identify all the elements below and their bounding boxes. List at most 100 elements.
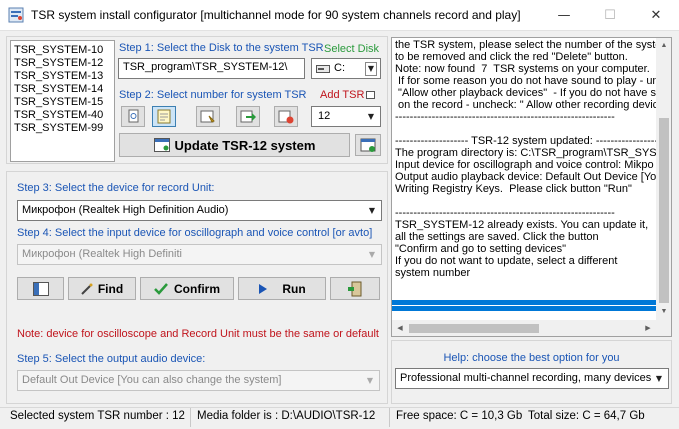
window-icon: [32, 281, 49, 296]
scroll-right-icon[interactable]: ▶: [640, 321, 656, 336]
add-window-button[interactable]: [355, 134, 381, 156]
confirm-label: Confirm: [174, 281, 220, 296]
add-tsr-checkbox[interactable]: [366, 91, 375, 99]
scroll-up-icon[interactable]: ▲: [657, 38, 671, 54]
log-line: system number: [395, 267, 471, 279]
help-label: Help: choose the best option for you: [443, 352, 620, 364]
log-line: Note: now found 7 TSR systems on your co…: [395, 63, 650, 75]
wand-icon: [81, 283, 93, 295]
log-content: the TSR system, please select the number…: [392, 38, 656, 320]
checkmark-icon: [154, 282, 168, 295]
chevron-down-icon: ▼: [365, 62, 377, 76]
scroll-left-icon[interactable]: ◀: [392, 321, 408, 336]
minimize-button[interactable]: —: [541, 0, 587, 31]
list-item[interactable]: TSR_SYSTEM-13: [14, 70, 111, 83]
status-free-space: Free space: C = 10,3 Gb: [396, 410, 523, 422]
chevron-down-icon: ▼: [655, 374, 663, 383]
output-device-select[interactable]: Default Out Device [You can also change …: [17, 370, 380, 391]
list-item[interactable]: TSR_SYSTEM-10: [14, 44, 111, 57]
input-device-select[interactable]: Микрофон (Realtek High Definiti ▼: [17, 244, 382, 265]
file-button[interactable]: [121, 106, 145, 127]
output-device-value: Default Out Device [You can also change …: [22, 374, 282, 386]
run-button[interactable]: Run: [238, 277, 326, 300]
scroll-down-icon[interactable]: ▼: [657, 304, 671, 320]
run-label: Run: [282, 281, 306, 296]
scroll-corner: [656, 320, 671, 336]
log-selection: [392, 306, 656, 311]
record-device-value: Микрофон (Realtek High Definition Audio): [22, 204, 229, 216]
log-line: ----------------------------------------…: [395, 207, 615, 219]
step4-label: Step 4: Select the input device for osci…: [17, 227, 373, 239]
move-button[interactable]: [236, 106, 260, 127]
scroll-thumb[interactable]: [409, 324, 539, 333]
log-line: TSR_SYSTEM-12 already exists. You can up…: [395, 219, 649, 231]
notepad-icon: [157, 109, 171, 124]
list-item[interactable]: TSR_SYSTEM-14: [14, 83, 111, 96]
status-total-size: Total size: C = 64,7 Gb: [528, 410, 645, 422]
log-line: Writing Registry Keys. Please click butt…: [395, 183, 632, 195]
log-line: If you do not want to update, select a d…: [395, 255, 618, 267]
step2-label: Step 2: Select number for system TSR: [119, 89, 307, 101]
maximize-button[interactable]: ☐: [587, 0, 633, 31]
list-item[interactable]: TSR_SYSTEM-40: [14, 109, 111, 122]
delete-button[interactable]: [274, 106, 298, 127]
tsr-number-value: 12: [318, 110, 331, 122]
tsr-number-select[interactable]: 12 ▼: [311, 106, 381, 127]
select-disk-label: Select Disk: [324, 43, 380, 55]
find-label: Find: [97, 281, 124, 296]
step5-label: Step 5: Select the output audio device:: [17, 353, 206, 365]
update-system-label: Update TSR-12 system: [174, 137, 316, 153]
exit-button[interactable]: [330, 277, 380, 300]
app-icon: [8, 7, 24, 23]
notepad-button[interactable]: [152, 106, 176, 127]
window-icon: [153, 138, 170, 152]
help-option-value: Professional multi-channel recording, ma…: [400, 372, 652, 384]
exit-icon: [348, 281, 362, 296]
input-device-value: Микрофон (Realtek High Definiti: [22, 248, 182, 260]
status-media-folder: Media folder is : D:\AUDIO\TSR-12: [197, 410, 376, 422]
log-line: Input device for oscillograph and voice …: [395, 159, 654, 171]
title-bar: TSR system install configurator [multich…: [0, 0, 679, 31]
open-folder-button[interactable]: [196, 106, 220, 127]
chevron-down-icon: ▼: [368, 206, 376, 215]
log-line: the TSR system, please select the number…: [395, 39, 656, 51]
log-line: Output audio playback device: Default Ou…: [395, 171, 656, 183]
step3-label: Step 3: Select the device for record Uni…: [17, 182, 215, 194]
find-button[interactable]: Find: [68, 277, 136, 300]
drive-select[interactable]: C: ▼: [311, 58, 381, 79]
log-line: ----------------------------------------…: [395, 111, 615, 123]
help-option-select[interactable]: Professional multi-channel recording, ma…: [395, 368, 669, 389]
status-selected: Selected system TSR number : 12: [10, 410, 185, 422]
window-title: TSR system install configurator [multich…: [31, 8, 521, 22]
window-icon: [360, 138, 376, 152]
arrow-icon: [240, 110, 256, 123]
list-item[interactable]: TSR_SYSTEM-15: [14, 96, 111, 109]
drive-icon: [316, 64, 330, 77]
path-input[interactable]: TSR_program\TSR_SYSTEM-12\: [118, 58, 305, 79]
close-button[interactable]: ✕: [633, 0, 679, 31]
step1-label: Step 1: Select the Disk to the system TS…: [119, 42, 324, 54]
log-line: to be removed and click the red "Delete"…: [395, 51, 628, 63]
device-note: Note: device for oscilloscope and Record…: [17, 328, 379, 340]
drive-value: C:: [334, 62, 345, 74]
log-horizontal-scrollbar[interactable]: ◀ ▶: [392, 320, 656, 336]
update-system-button[interactable]: Update TSR-12 system: [119, 133, 350, 157]
settings-button[interactable]: [17, 277, 64, 300]
scroll-thumb[interactable]: [659, 118, 669, 303]
delete-icon: [278, 110, 294, 124]
status-separator: [190, 408, 191, 427]
log-line: "Allow other playback devices" - If you …: [395, 87, 656, 99]
systems-list[interactable]: TSR_SYSTEM-10 TSR_SYSTEM-12 TSR_SYSTEM-13 T…: [10, 40, 115, 162]
list-item[interactable]: TSR_SYSTEM-12: [14, 57, 111, 70]
record-device-select[interactable]: Микрофон (Realtek High Definition Audio)…: [17, 200, 382, 221]
log-vertical-scrollbar[interactable]: ▲ ▼: [656, 38, 671, 320]
confirm-button[interactable]: Confirm: [140, 277, 234, 300]
log-selection: [392, 300, 656, 305]
file-icon: [128, 109, 139, 123]
log-panel[interactable]: the TSR system, please select the number…: [391, 37, 672, 337]
add-tsr-label: Add TSR: [320, 89, 365, 101]
status-separator: [389, 408, 390, 427]
log-line: If for some reason you do not have sound…: [395, 75, 656, 87]
list-item[interactable]: TSR_SYSTEM-99: [14, 122, 111, 135]
